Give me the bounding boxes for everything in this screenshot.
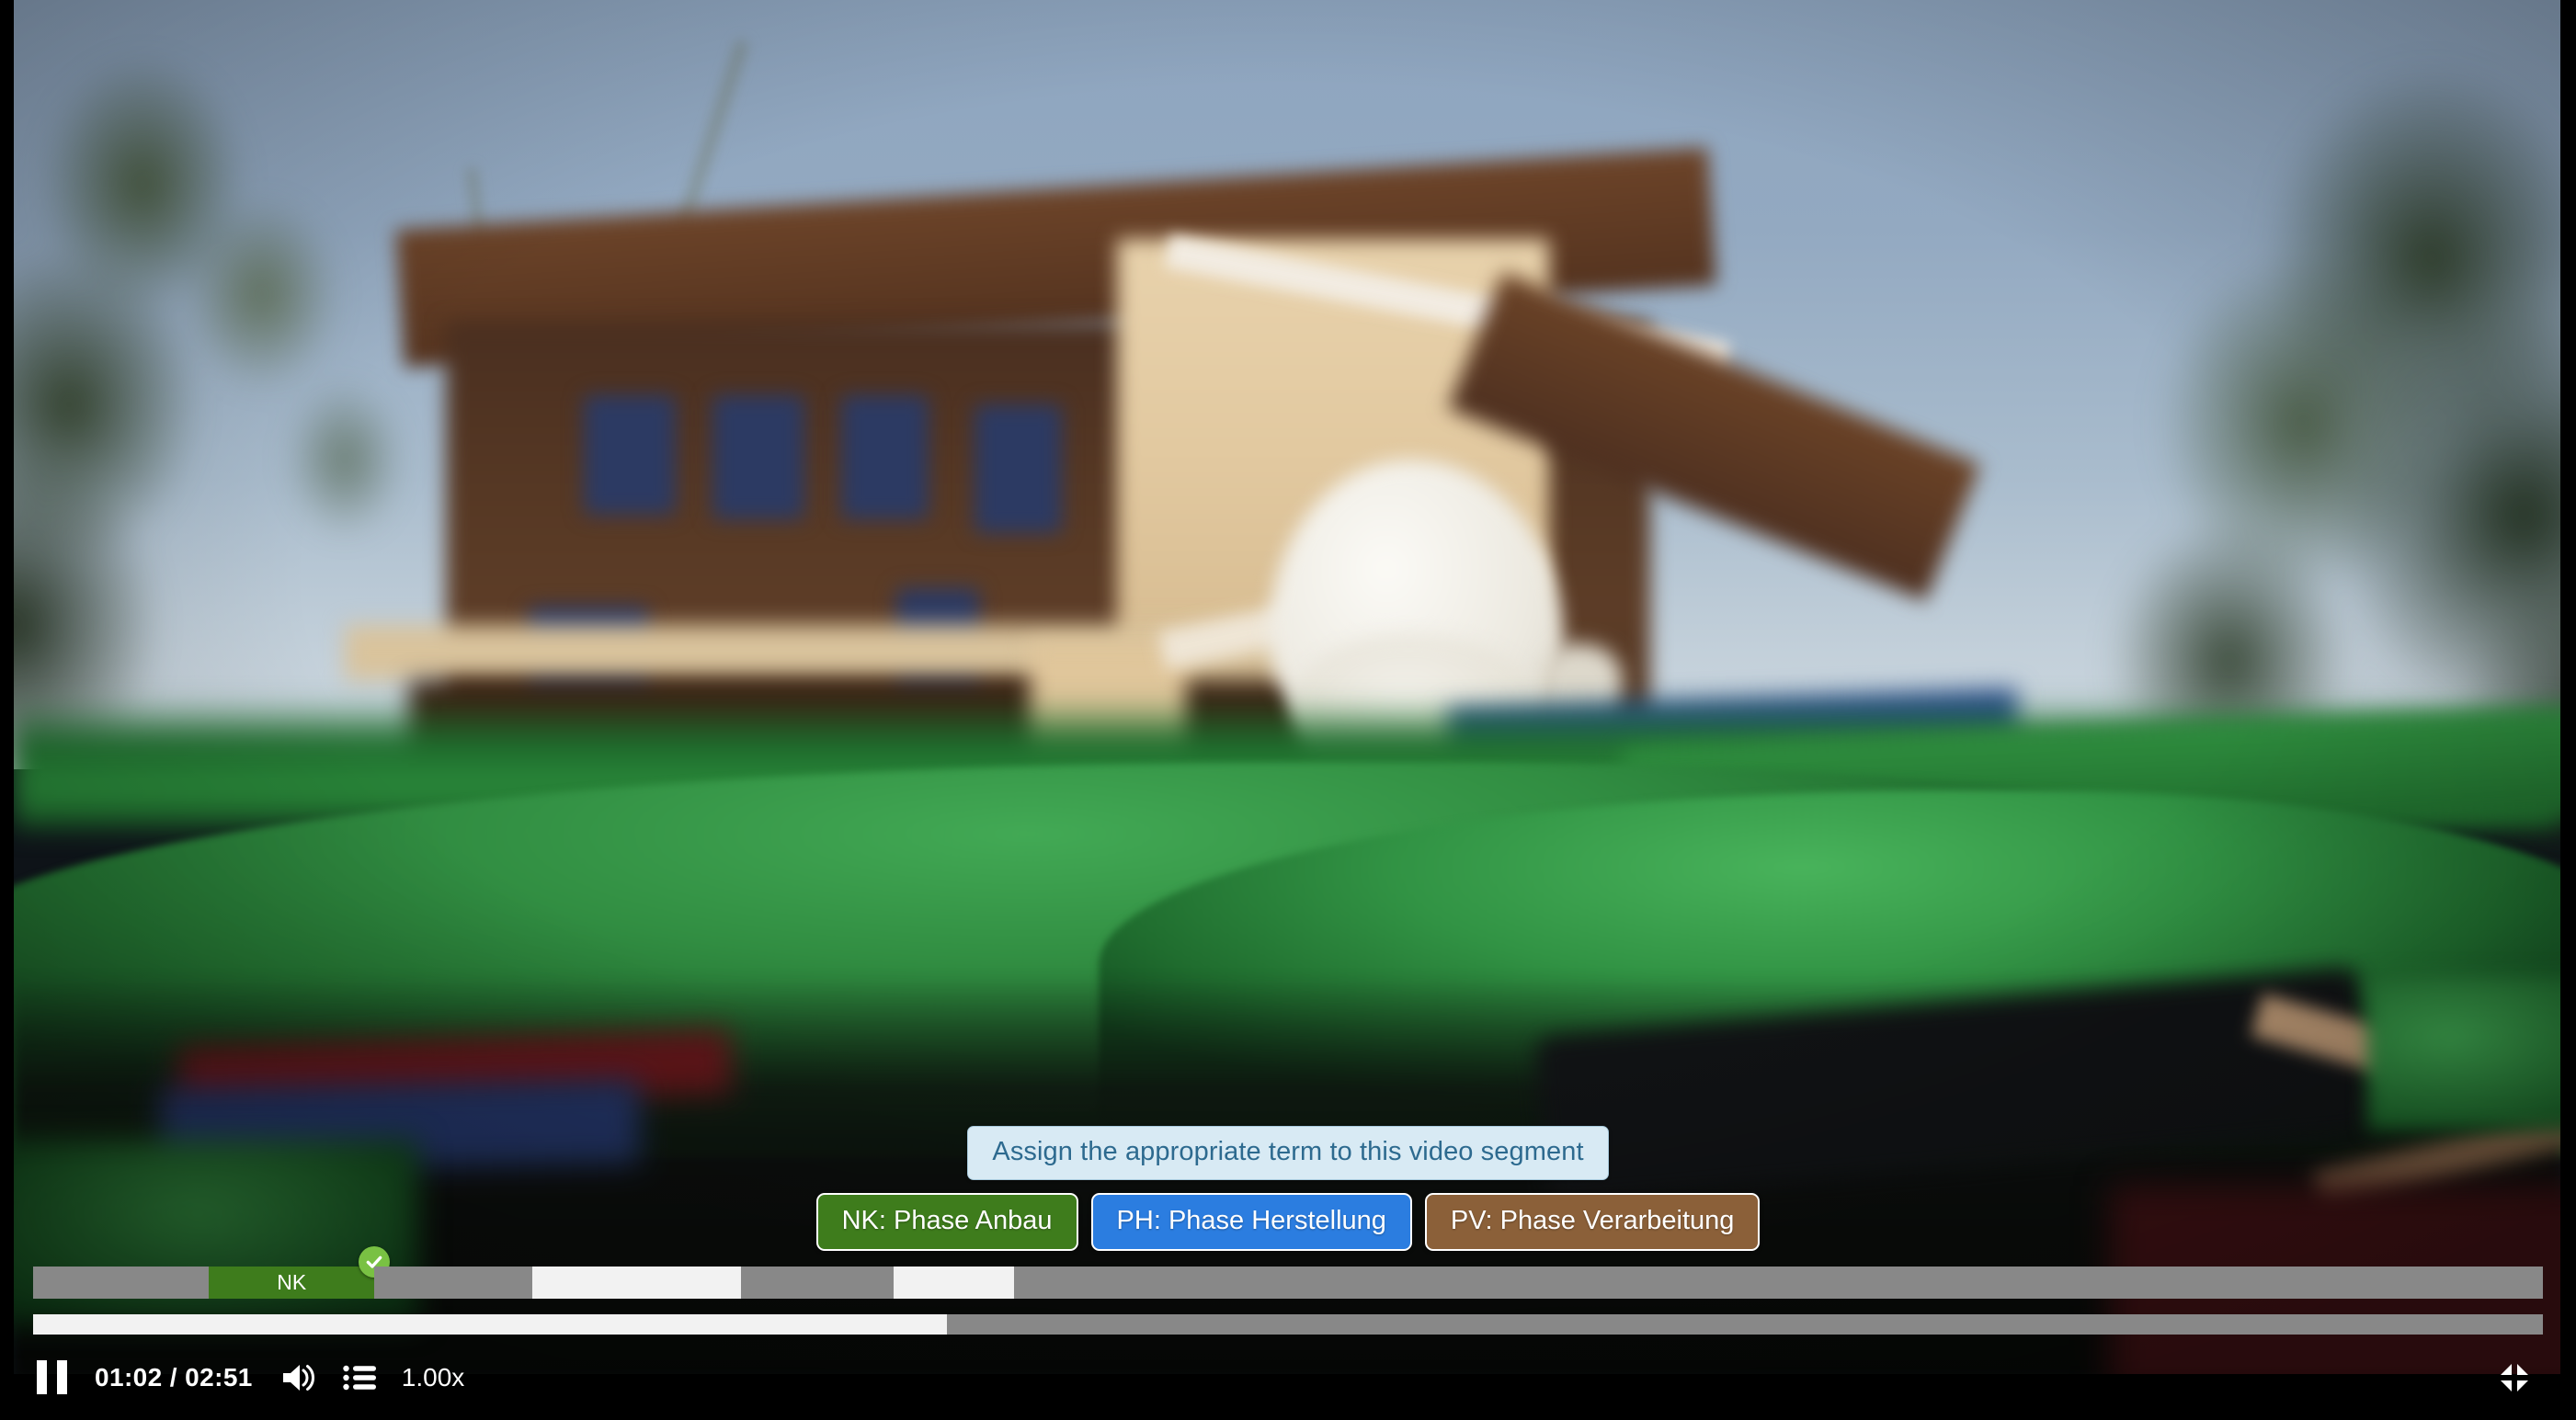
player-controls: 01:02 / 02:51 1.00x (0, 1335, 2576, 1420)
progress-bar-fill (33, 1314, 947, 1335)
segment-label: NK (277, 1270, 307, 1294)
volume-high-icon (282, 1364, 314, 1391)
playback-rate-button[interactable]: 1.00x (389, 1363, 478, 1392)
progress-bar[interactable] (33, 1314, 2543, 1335)
timeline-segment[interactable] (33, 1267, 210, 1299)
timeline-segment[interactable] (740, 1267, 895, 1299)
choice-button-nk[interactable]: NK: Phase Anbau (815, 1193, 1078, 1251)
fullscreen-button[interactable] (2484, 1349, 2545, 1406)
timeline-segment[interactable] (532, 1267, 741, 1299)
volume-button[interactable] (268, 1349, 330, 1406)
pause-icon (37, 1360, 67, 1394)
chapters-button[interactable] (330, 1349, 389, 1406)
timeline-segment[interactable]: NK (209, 1246, 391, 1299)
time-display: 01:02 / 02:51 (95, 1362, 253, 1392)
timeline-segment[interactable] (1014, 1267, 2543, 1299)
playlist-list-icon (343, 1365, 376, 1390)
choice-button-ph[interactable]: PH: Phase Herstellung (1090, 1193, 1412, 1251)
annotation-overlay: Assign the appropriate term to this vide… (0, 1126, 2576, 1251)
choice-button-row: NK: Phase Anbau PH: Phase Herstellung PV: … (815, 1193, 1761, 1251)
controls-right-group (2484, 1349, 2545, 1406)
segment-timeline[interactable]: NK (33, 1246, 2543, 1299)
controls-left-group: 01:02 / 02:51 1.00x (24, 1349, 477, 1406)
video-player: Assign the appropriate term to this vide… (0, 0, 2576, 1420)
timeline-segment[interactable] (374, 1267, 533, 1299)
prompt-text: Assign the appropriate term to this vide… (967, 1126, 1609, 1180)
play-pause-button[interactable] (24, 1349, 80, 1406)
choice-button-pv[interactable]: PV: Phase Verarbeitung (1424, 1193, 1761, 1251)
exit-fullscreen-icon (2501, 1363, 2528, 1392)
timeline-segment[interactable] (894, 1267, 1015, 1299)
